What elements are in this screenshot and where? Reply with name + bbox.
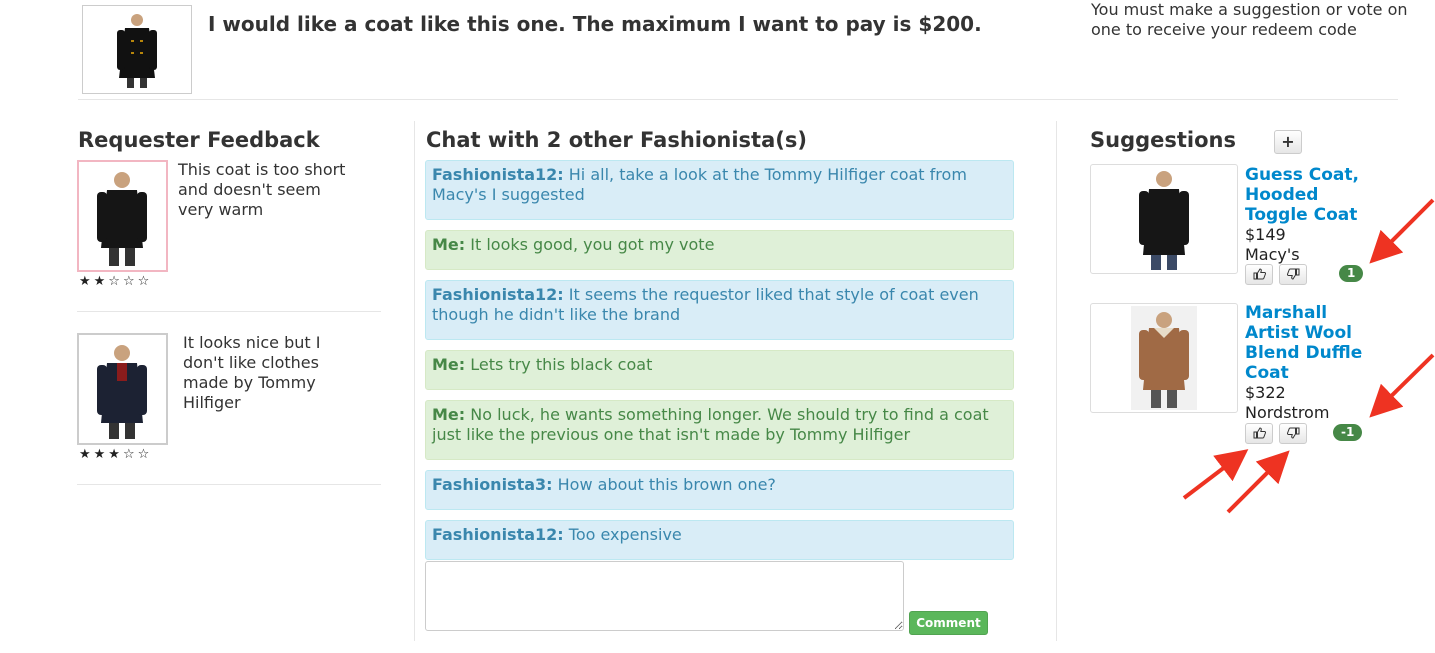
chat-message: Fashionista3: How about this brown one? — [425, 470, 1014, 510]
message-text: It looks good, you got my vote — [465, 235, 715, 254]
comment-input[interactable] — [425, 561, 904, 631]
feedback-heading: Requester Feedback — [78, 128, 320, 152]
request-image — [82, 5, 192, 94]
chat-heading: Chat with 2 other Fashionista(s) — [426, 128, 807, 152]
comment-button[interactable]: Comment — [909, 611, 988, 635]
feedback-text: It looks nice but I don't like clothes m… — [183, 333, 321, 412]
chat-message: Fashionista12: It seems the requestor li… — [425, 280, 1014, 340]
arrow-to-downvote — [1226, 450, 1290, 514]
message-text: Lets try this black coat — [465, 355, 653, 374]
chat-message: Me: It looks good, you got my vote — [425, 230, 1014, 270]
chat-message: Me: Lets try this black coat — [425, 350, 1014, 390]
add-suggestion-button[interactable]: + — [1274, 130, 1302, 154]
message-author: Fashionista12: — [432, 525, 564, 544]
arrow-to-vote-count-1 — [1369, 198, 1435, 264]
feedback-text: This coat is too short and doesn't seem … — [178, 160, 346, 219]
message-author: Fashionista12: — [432, 165, 564, 184]
message-author: Fashionista3: — [432, 475, 553, 494]
chat-message: Fashionista12: Hi all, take a look at th… — [425, 160, 1014, 220]
chat-message: Fashionista12: Too expensive — [425, 520, 1014, 560]
feedback-divider — [77, 311, 381, 312]
feedback-image — [77, 333, 168, 445]
suggestions-heading: Suggestions — [1090, 128, 1236, 152]
message-text: How about this brown one? — [552, 475, 776, 494]
message-author: Me: — [432, 355, 466, 374]
star-rating: ★★☆☆☆ — [79, 274, 153, 289]
feedback-divider — [77, 484, 381, 485]
feedback-image — [77, 160, 168, 272]
arrow-to-upvote — [1182, 449, 1249, 500]
header-divider — [78, 99, 1398, 100]
column-divider — [414, 121, 415, 641]
redeem-notice: You must make a suggestion or vote on on… — [1091, 0, 1408, 39]
arrow-to-vote-count-2 — [1369, 353, 1435, 418]
column-divider — [1056, 121, 1057, 641]
annotation-arrows — [1182, 198, 1435, 514]
message-author: Fashionista12: — [432, 285, 564, 304]
message-author: Me: — [432, 405, 466, 424]
star-rating: ★★★☆☆ — [79, 447, 153, 462]
chat-message: Me: No luck, he wants something longer. … — [425, 400, 1014, 460]
message-text: Too expensive — [563, 525, 682, 544]
message-author: Me: — [432, 235, 466, 254]
message-text: No luck, he wants something longer. We s… — [432, 405, 989, 444]
request-text: I would like a coat like this one. The m… — [208, 12, 982, 36]
